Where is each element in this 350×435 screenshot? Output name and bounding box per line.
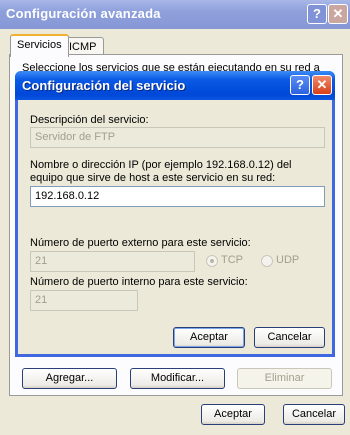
dialog-ok-button[interactable]: Aceptar [173,327,245,348]
close-icon[interactable]: ✕ [312,75,332,95]
dialog-cancel-button[interactable]: Cancelar [254,327,325,348]
close-icon[interactable]: ✕ [328,4,348,24]
help-icon[interactable]: ? [307,4,327,24]
external-port-field[interactable]: 21 [30,251,195,272]
tab-servicios[interactable]: Servicios [10,34,69,57]
udp-radio[interactable] [261,255,273,267]
outer-cancel-button[interactable]: Cancelar [283,404,345,425]
outer-titlebar[interactable]: Configuración avanzada ? ✕ [0,0,350,29]
help-icon[interactable]: ? [290,75,310,95]
dialog-body: Descripción del servicio: Servidor de FT… [18,100,332,354]
dialog-title: Configuración del servicio [22,78,186,93]
host-label-line1: Nombre o dirección IP (por ejemplo 192.1… [30,159,292,171]
modify-button[interactable]: Modificar... [130,368,225,389]
add-button[interactable]: Agregar... [22,368,117,389]
tcp-radio-label: TCP [221,254,243,266]
description-field[interactable]: Servidor de FTP [30,127,325,148]
udp-radio-label: UDP [276,254,300,266]
internal-port-field[interactable]: 21 [30,290,138,311]
dialog-titlebar[interactable]: Configuración del servicio ? ✕ [15,71,335,100]
service-config-dialog: Configuración del servicio ? ✕ Descripci… [15,71,335,357]
delete-button[interactable]: Eliminar [237,368,332,389]
host-ip-field[interactable]: 192.168.0.12 [30,186,325,207]
internal-port-label: Número de puerto interno para este servi… [30,276,248,288]
description-label: Descripción del servicio: [30,114,149,126]
tcp-radio[interactable] [206,255,218,267]
host-label-line2: equipo que sirve de host a este servicio… [30,172,276,184]
external-port-label: Número de puerto externo para este servi… [30,237,251,249]
outer-window-title: Configuración avanzada [6,6,161,21]
outer-ok-button[interactable]: Aceptar [201,404,265,425]
